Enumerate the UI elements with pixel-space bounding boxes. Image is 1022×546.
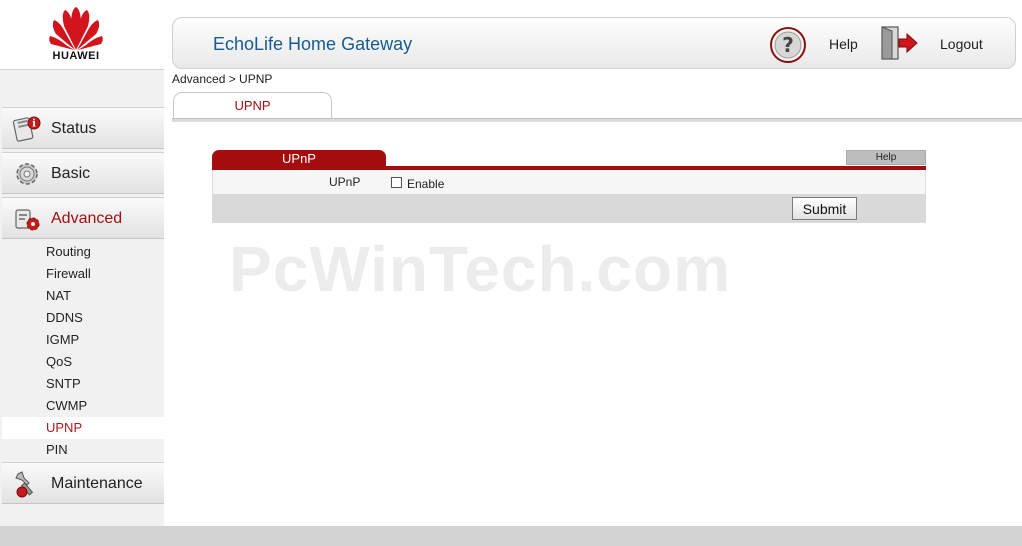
- header-bar: EchoLife Home Gateway ? Help Logout: [172, 17, 1016, 69]
- help-link[interactable]: Help: [829, 36, 858, 52]
- submenu-item-pin[interactable]: PIN: [2, 439, 164, 461]
- help-icon[interactable]: ?: [769, 26, 807, 64]
- logout-link[interactable]: Logout: [940, 36, 983, 52]
- gear-icon: [16, 163, 38, 185]
- panel-help-button[interactable]: Help: [846, 150, 926, 165]
- upnp-setting-row: UPnP Enable: [212, 170, 926, 194]
- nav-status-label: Status: [51, 120, 97, 137]
- submenu-item-qos[interactable]: QoS: [2, 351, 164, 373]
- upnp-field-label: UPnP: [329, 175, 361, 189]
- watermark: PcWinTech.com: [229, 233, 731, 305]
- submit-row: Submit: [212, 194, 926, 223]
- advanced-submenu: Routing Firewall NAT DDNS IGMP QoS SNTP …: [2, 241, 164, 461]
- submenu-item-ddns[interactable]: DDNS: [2, 307, 164, 329]
- nav-advanced[interactable]: Advanced: [2, 197, 164, 239]
- logout-icon[interactable]: [879, 25, 919, 61]
- nav-basic[interactable]: Basic: [2, 152, 164, 194]
- breadcrumb: Advanced > UPNP: [172, 72, 273, 86]
- submenu-item-firewall[interactable]: Firewall: [2, 263, 164, 285]
- submenu-item-upnp[interactable]: UPNP: [2, 417, 164, 439]
- brand-name: HUAWEI: [52, 50, 100, 62]
- tab-upnp[interactable]: UPNP: [173, 92, 332, 118]
- nav-maintenance[interactable]: Maintenance: [2, 462, 164, 504]
- submenu-item-routing[interactable]: Routing: [2, 241, 164, 263]
- svg-text:?: ?: [782, 33, 794, 57]
- enable-checkbox[interactable]: [391, 177, 402, 188]
- huawei-logo-icon: [49, 7, 103, 50]
- nav-maintenance-label: Maintenance: [51, 475, 143, 492]
- submit-button[interactable]: Submit: [792, 197, 857, 220]
- svg-text:i: i: [32, 119, 36, 130]
- submenu-item-sntp[interactable]: SNTP: [2, 373, 164, 395]
- app-title: EchoLife Home Gateway: [213, 34, 413, 54]
- submenu-item-cwmp[interactable]: CWMP: [2, 395, 164, 417]
- footer-bar: [0, 526, 1022, 546]
- status-icon: i: [12, 116, 41, 142]
- submenu-item-nat[interactable]: NAT: [2, 285, 164, 307]
- sidebar: HUAWEI i Status Basic Advanced Routing F…: [0, 0, 164, 526]
- maintenance-icon: [15, 471, 34, 498]
- huawei-logo: HUAWEI: [0, 0, 164, 70]
- enable-checkbox-label[interactable]: Enable: [407, 177, 444, 191]
- nav-status[interactable]: i Status: [2, 107, 164, 149]
- tab-divider: [172, 118, 1022, 122]
- submenu-item-igmp[interactable]: IGMP: [2, 329, 164, 351]
- nav-advanced-label: Advanced: [51, 210, 123, 227]
- advanced-icon: [15, 209, 40, 231]
- nav-basic-label: Basic: [51, 165, 91, 182]
